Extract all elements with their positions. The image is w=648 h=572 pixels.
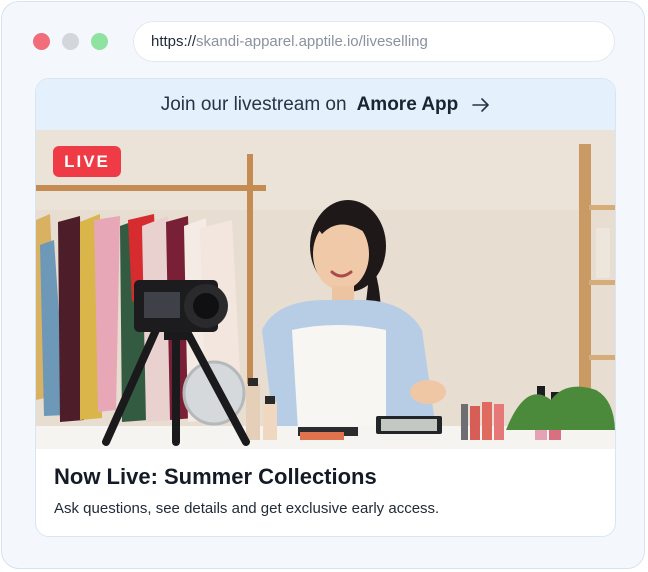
arrow-right-icon [472,97,490,112]
maximize-window-button[interactable] [91,33,108,50]
live-badge: LIVE [53,146,121,177]
banner-app-name: Amore App [356,93,459,115]
stream-subtitle: Ask questions, see details and get exclu… [54,500,440,517]
livestream-card[interactable]: Join our livestream on Amore App LIVE No… [35,78,616,537]
livestream-banner[interactable]: Join our livestream on Amore App [36,79,615,130]
minimize-window-button[interactable] [62,33,79,50]
stream-caption: Now Live: Summer Collections Ask questio… [54,464,594,517]
url-scheme: https:// [151,33,197,50]
url-host: skandi-apparel.apptile.io/liveselling [196,33,428,50]
close-window-button[interactable] [33,33,50,50]
stream-title: Now Live: Summer Collections [54,464,377,489]
livestream-video[interactable]: LIVE [36,130,615,449]
banner-text: Join our livestream on [160,93,347,115]
browser-window: https://skandi-apparel.apptile.io/livese… [1,1,645,569]
address-bar[interactable]: https://skandi-apparel.apptile.io/livese… [133,21,615,62]
livestream-image [36,130,615,449]
